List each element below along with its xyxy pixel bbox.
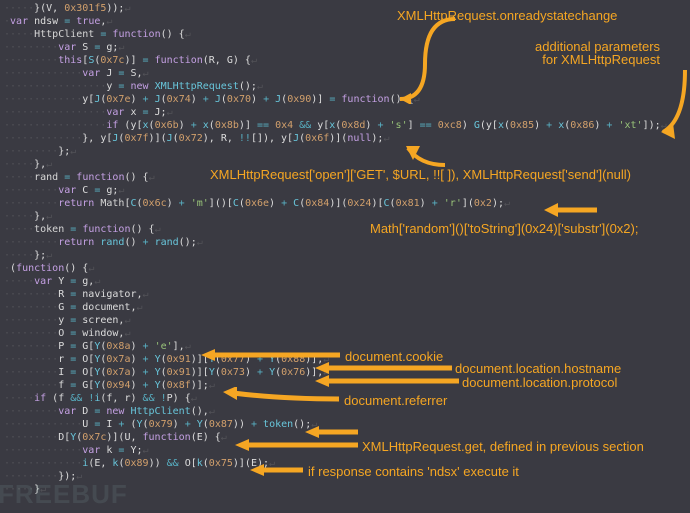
- code-block: ·····}(V, 0x301f5));↵ ·var ndsw = true,↵…: [0, 0, 690, 498]
- watermark: FREEBUF: [0, 488, 128, 501]
